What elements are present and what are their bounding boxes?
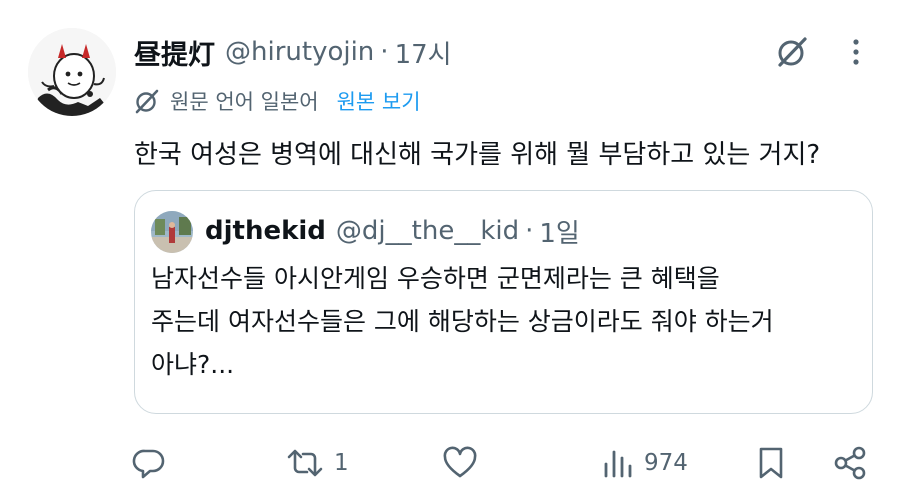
quoted-tweet-header: djthekid @dj__the__kid · 1일: [205, 209, 580, 253]
reply-icon: [132, 449, 165, 479]
more-dots-icon: [853, 39, 859, 65]
show-original-link[interactable]: 원본 보기: [337, 86, 421, 116]
tweet-header: 昼提灯 @hirutyojin · 17시: [134, 30, 452, 74]
quoted-tweet-card[interactable]: djthekid @dj__the__kid · 1일 남자선수들 아시안게임 …: [134, 190, 873, 414]
quoted-author-avatar: [151, 211, 193, 253]
views-icon: [604, 450, 632, 478]
retweet-count: 1: [334, 450, 349, 476]
grok-button[interactable]: [772, 32, 812, 72]
share-icon: [834, 446, 866, 480]
tweet-timestamp[interactable]: 17시: [395, 34, 452, 71]
quoted-timestamp: 1일: [539, 218, 580, 249]
share-button[interactable]: [832, 438, 868, 488]
author-display-name[interactable]: 昼提灯: [134, 33, 215, 72]
quoted-text-line: 주는데 여자선수들은 그에 해당하는 상금이라도 줘야 하는거: [151, 307, 774, 336]
translate-icon: [135, 89, 159, 114]
bookmark-icon: [759, 447, 783, 479]
separator-dot: ·: [380, 37, 389, 67]
retweet-icon: [287, 449, 323, 477]
quoted-text-line: 아냐?...: [151, 350, 235, 379]
quoted-tweet-text: 남자선수들 아시안게임 우승하면 군면제라는 큰 혜택을 주는데 여자선수들은 …: [151, 257, 857, 386]
quoted-handle: @dj__the__kid: [335, 216, 520, 246]
like-icon: [443, 446, 477, 478]
separator-dot: ·: [525, 216, 534, 246]
views-button[interactable]: 974: [602, 438, 688, 488]
tweet-text: 한국 여성은 병역에 대신해 국가를 위해 뭘 부담하고 있는 거지?: [134, 140, 821, 170]
more-options-button[interactable]: [838, 34, 874, 70]
like-button[interactable]: [442, 438, 478, 488]
grok-icon: [778, 37, 807, 67]
retweet-button[interactable]: 1: [286, 438, 349, 488]
original-language-label: 원문 언어 일본어: [170, 90, 319, 114]
reply-button[interactable]: [132, 438, 166, 488]
bookmark-button[interactable]: [756, 438, 786, 488]
views-count: 974: [644, 450, 688, 476]
quoted-display-name: djthekid: [205, 216, 326, 246]
author-avatar[interactable]: [28, 28, 116, 116]
quoted-text-line: 남자선수들 아시안게임 우승하면 군면제라는 큰 혜택을: [151, 264, 720, 293]
tweet-action-bar: 1 974: [0, 438, 900, 488]
translation-row: 원문 언어 일본어 원본 보기: [134, 84, 421, 118]
author-handle[interactable]: @hirutyojin: [225, 37, 374, 67]
